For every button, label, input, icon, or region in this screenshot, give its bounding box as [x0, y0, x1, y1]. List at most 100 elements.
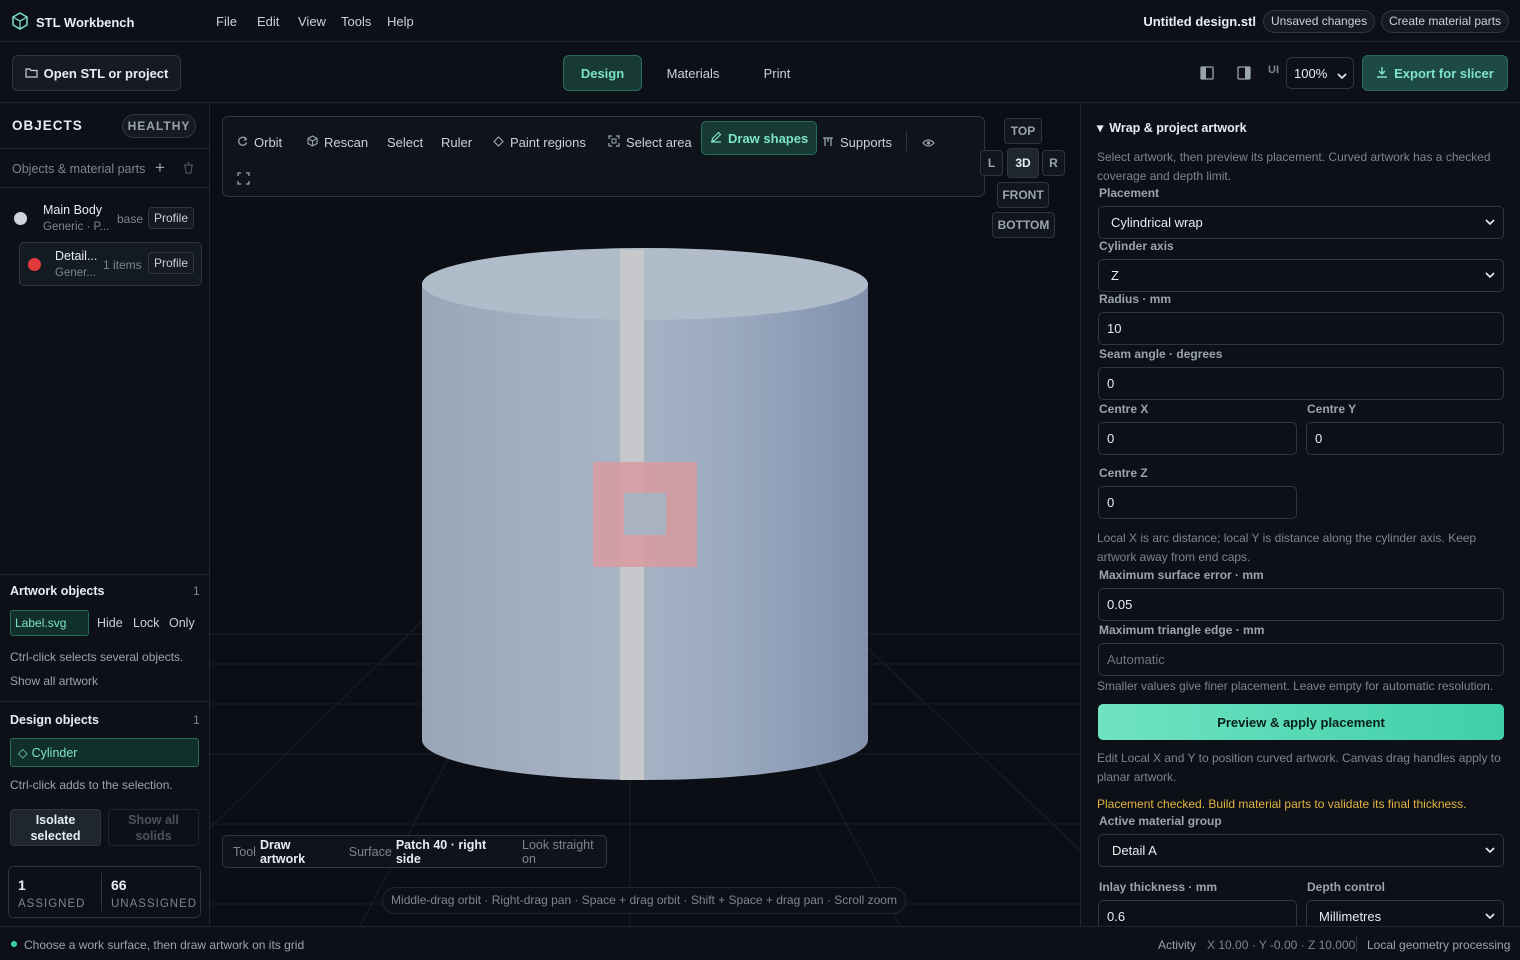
centre-x-label: Centre X — [1099, 402, 1149, 416]
profile-button[interactable]: Profile — [147, 207, 194, 229]
menu-help[interactable]: Help — [387, 14, 414, 29]
profile-button[interactable]: Profile — [147, 252, 194, 274]
isolate-selected-button[interactable]: Isolate selected — [10, 809, 101, 846]
create-material-parts-button[interactable]: Create material parts — [1381, 10, 1510, 33]
navigation-hint: Middle-drag orbit · Right-drag pan · Spa… — [382, 887, 906, 914]
chevron-down-icon — [1485, 909, 1495, 926]
health-badge: HEALTHY — [122, 114, 196, 138]
wrap-section-header[interactable]: ▾ Wrap & project artwork — [1097, 120, 1247, 136]
lock-artwork-button[interactable]: Lock — [133, 616, 159, 630]
tool-supports[interactable]: Supports — [822, 129, 892, 155]
pencil-icon — [710, 131, 722, 146]
tool-select[interactable]: Select — [387, 129, 423, 155]
open-stl-button[interactable]: Open STL or project — [12, 55, 181, 91]
wrap-project-panel: ▾ Wrap & project artwork Select artwork,… — [1080, 104, 1520, 926]
inlay-thickness-input[interactable]: 0.6 — [1098, 900, 1297, 926]
panel-left-toggle-icon[interactable] — [1200, 66, 1214, 83]
object-name: Detail... — [55, 249, 98, 263]
look-straight-on-button[interactable]: Look straight on — [522, 838, 606, 866]
show-all-artwork-link[interactable]: Show all artwork — [10, 674, 98, 688]
objects-title: OBJECTS — [12, 118, 83, 133]
export-for-slicer-button[interactable]: Export for slicer — [1362, 55, 1508, 91]
chevron-down-icon — [1485, 843, 1495, 860]
select-area-icon — [608, 134, 620, 150]
file-name: Untitled design.stl — [1143, 14, 1256, 29]
artwork-chip-label-svg[interactable]: Label.svg — [10, 610, 89, 636]
processing-mode: Local geometry processing — [1367, 938, 1511, 952]
object-row-detail[interactable]: Detail... Gener... 1 items Profile — [19, 242, 202, 286]
ui-scale-label: UI — [1268, 64, 1279, 76]
fullscreen-icon[interactable] — [237, 172, 250, 188]
artwork-label-preview[interactable] — [593, 462, 697, 567]
view-left-button[interactable]: L — [980, 150, 1003, 176]
menu-view[interactable]: View — [298, 14, 326, 29]
artwork-title: Artwork objects — [10, 584, 105, 598]
centre-z-input[interactable]: 0 — [1098, 486, 1297, 519]
tab-print[interactable]: Print — [752, 55, 802, 91]
object-sub: Generic · P... — [43, 221, 110, 233]
view-front-button[interactable]: FRONT — [997, 182, 1049, 208]
inlay-thickness-label: Inlay thickness · mm — [1099, 880, 1218, 894]
tool-ruler[interactable]: Ruler — [441, 129, 472, 155]
active-material-group-select[interactable]: Detail A — [1098, 834, 1504, 867]
hide-artwork-button[interactable]: Hide — [97, 616, 123, 630]
view-3d-button[interactable]: 3D — [1007, 148, 1039, 178]
view-top-button[interactable]: TOP — [1004, 118, 1042, 144]
unassigned-count: 66 — [111, 877, 127, 893]
artwork-hint: Ctrl-click selects several objects. — [10, 650, 184, 664]
tool-select-area[interactable]: Select area — [608, 129, 692, 155]
tool-value: Draw artwork — [259, 837, 306, 866]
panel-right-toggle-icon[interactable] — [1237, 66, 1251, 83]
add-object-icon[interactable]: + — [155, 158, 165, 178]
view-right-button[interactable]: R — [1042, 150, 1065, 176]
tool-orbit[interactable]: Orbit — [237, 129, 282, 155]
depth-control-select[interactable]: Millimetres — [1306, 900, 1504, 926]
assigned-label: ASSIGNED — [18, 898, 86, 910]
app-name: STL Workbench — [36, 15, 135, 30]
menu-tools[interactable]: Tools — [341, 14, 371, 29]
menu-edit[interactable]: Edit — [257, 14, 279, 29]
max-surface-error-label: Maximum surface error · mm — [1099, 568, 1264, 582]
design-chip-cylinder[interactable]: ◇ Cylinder — [10, 738, 199, 767]
eye-icon[interactable] — [922, 136, 935, 151]
scene-canvas[interactable] — [210, 104, 1080, 926]
objects-panel: OBJECTS HEALTHY Objects & material parts… — [0, 104, 210, 926]
ui-zoom-select[interactable]: 100% — [1286, 57, 1354, 89]
tab-materials[interactable]: Materials — [656, 55, 730, 91]
tool-info-bar: Tool Draw artwork Surface Patch 40 · rig… — [222, 835, 607, 868]
show-all-solids-button[interactable]: Show all solids — [108, 809, 199, 846]
radius-input[interactable]: 10 — [1098, 312, 1504, 345]
centre-x-input[interactable]: 0 — [1098, 422, 1297, 455]
max-surface-error-input[interactable]: 0.05 — [1098, 588, 1504, 621]
placement-select[interactable]: Cylindrical wrap — [1098, 206, 1504, 239]
depth-control-label: Depth control — [1307, 880, 1385, 894]
assigned-count: 1 — [18, 877, 26, 893]
only-artwork-button[interactable]: Only — [169, 616, 195, 630]
active-material-group-label: Active material group — [1099, 814, 1222, 828]
objects-subtitle: Objects & material parts — [12, 162, 146, 176]
seam-angle-input[interactable]: 0 — [1098, 367, 1504, 400]
trash-icon[interactable] — [183, 162, 194, 177]
paint-icon — [493, 135, 504, 150]
tool-paint-regions[interactable]: Paint regions — [493, 129, 586, 155]
cube-logo-icon — [12, 12, 28, 33]
tool-draw-shapes[interactable]: Draw shapes — [701, 121, 818, 155]
menu-file[interactable]: File — [216, 14, 237, 29]
3d-viewport[interactable]: Orbit Rescan Select Ruler Paint regions … — [210, 104, 1080, 926]
max-triangle-edge-input[interactable]: Automatic — [1098, 643, 1504, 676]
surface-label: Surface — [348, 844, 392, 859]
centre-y-input[interactable]: 0 — [1306, 422, 1504, 455]
tab-design[interactable]: Design — [563, 55, 642, 91]
seam-angle-label: Seam angle · degrees — [1099, 347, 1223, 361]
object-color-swatch — [28, 258, 41, 271]
supports-icon — [822, 135, 834, 150]
folder-icon — [25, 66, 38, 81]
preview-apply-placement-button[interactable]: Preview & apply placement — [1098, 704, 1504, 740]
placement-warning: Placement checked. Build material parts … — [1097, 797, 1467, 811]
view-bottom-button[interactable]: BOTTOM — [992, 212, 1055, 238]
tool-rescan[interactable]: Rescan — [307, 129, 368, 155]
activity-button[interactable]: Activity — [1158, 938, 1196, 952]
surface-value: Patch 40 · right side — [395, 837, 487, 866]
object-row-main-body[interactable]: Main Body Generic · P... base Profile — [8, 198, 202, 242]
cylinder-axis-select[interactable]: Z — [1098, 259, 1504, 292]
